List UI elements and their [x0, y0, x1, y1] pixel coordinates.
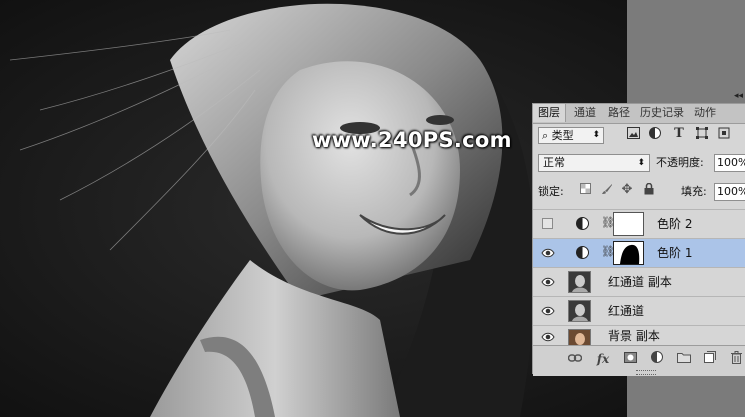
layer-kind-select[interactable]: ⌕ 类型 ⬍	[538, 127, 604, 144]
smart-object-filter-icon[interactable]	[717, 127, 731, 141]
layer-name: 红通道 副本	[608, 275, 672, 289]
collapse-panel-icon[interactable]: ◂◂	[734, 91, 743, 101]
layers-panel: 图层 通道 路径 历史记录 动作 ⌕ 类型 ⬍ T 正常 ⬍ 不透明度: 100…	[532, 103, 745, 376]
blend-mode-select[interactable]: 正常 ⬍	[538, 154, 650, 172]
visibility-toggle-empty[interactable]	[542, 218, 553, 229]
select-arrows-icon: ⬍	[592, 130, 600, 140]
lock-label: 锁定:	[538, 185, 564, 198]
layer-row-selected[interactable]: ⛓ 色阶 1	[533, 238, 745, 267]
panel-resize-grip[interactable]	[636, 370, 656, 375]
layer-name: 红通道	[608, 304, 645, 318]
layer-row[interactable]: 背景 副本	[533, 325, 745, 348]
layer-row[interactable]: 红通道 副本	[533, 267, 745, 296]
layer-mask-thumbnail[interactable]	[613, 212, 644, 236]
eye-icon[interactable]	[541, 330, 555, 344]
opacity-label: 不透明度:	[656, 156, 704, 169]
eye-icon[interactable]	[541, 246, 555, 260]
delete-layer-trash-icon[interactable]	[728, 351, 744, 367]
lock-position-move-icon[interactable]: ✥	[620, 183, 634, 197]
eye-icon[interactable]	[541, 275, 555, 289]
layers-toolbar: fx	[533, 345, 745, 376]
levels-adjustment-icon	[576, 246, 589, 259]
lock-row: 锁定: ✥ 填充: 100%	[533, 180, 745, 204]
layer-name: 色阶 1	[657, 246, 693, 260]
levels-adjustment-icon	[576, 217, 589, 230]
layer-style-fx-icon[interactable]: fx	[595, 351, 611, 367]
tab-actions[interactable]: 动作	[689, 104, 721, 122]
layer-name: 背景 副本	[608, 329, 660, 343]
blend-row: 正常 ⬍ 不透明度: 100%	[533, 151, 745, 175]
tab-paths[interactable]: 路径	[603, 104, 635, 122]
opacity-input[interactable]: 100%	[714, 154, 745, 172]
adjustment-layer-icon[interactable]	[649, 351, 665, 367]
tab-history[interactable]: 历史记录	[637, 104, 687, 122]
layer-kind-label: 类型	[551, 129, 574, 142]
adjustment-filter-icon[interactable]	[648, 127, 662, 141]
layer-mask-thumbnail[interactable]	[613, 241, 644, 265]
layer-thumbnail[interactable]	[568, 271, 591, 293]
layer-row[interactable]: 红通道	[533, 296, 745, 325]
layer-name: 色阶 2	[657, 217, 693, 231]
layer-thumbnail[interactable]	[568, 300, 591, 322]
panel-tabs: 图层 通道 路径 历史记录 动作	[533, 104, 745, 124]
filter-row: ⌕ 类型 ⬍ T	[533, 124, 745, 146]
blend-mode-value: 正常	[543, 156, 565, 169]
tab-layers[interactable]: 图层	[533, 104, 566, 122]
select-arrows-icon: ⬍	[637, 158, 645, 168]
search-icon: ⌕	[542, 129, 549, 142]
image-filter-icon[interactable]	[626, 127, 640, 141]
link-layers-icon[interactable]	[567, 351, 583, 367]
eye-icon[interactable]	[541, 304, 555, 318]
lock-transparent-icon[interactable]	[578, 183, 592, 197]
fill-input[interactable]: 100%	[714, 183, 745, 201]
lock-image-brush-icon[interactable]	[600, 183, 614, 197]
watermark-text: www.240PS.com	[312, 128, 512, 152]
layer-row[interactable]: ⛓ 色阶 2	[533, 209, 745, 238]
shape-filter-icon[interactable]	[695, 127, 709, 141]
add-mask-icon[interactable]	[622, 351, 638, 367]
new-group-folder-icon[interactable]	[676, 351, 692, 367]
new-layer-icon[interactable]	[702, 351, 718, 367]
text-filter-icon[interactable]: T	[672, 127, 686, 141]
fill-label: 填充:	[681, 185, 707, 198]
lock-all-icon[interactable]	[642, 182, 656, 197]
tab-channels[interactable]: 通道	[569, 104, 601, 122]
